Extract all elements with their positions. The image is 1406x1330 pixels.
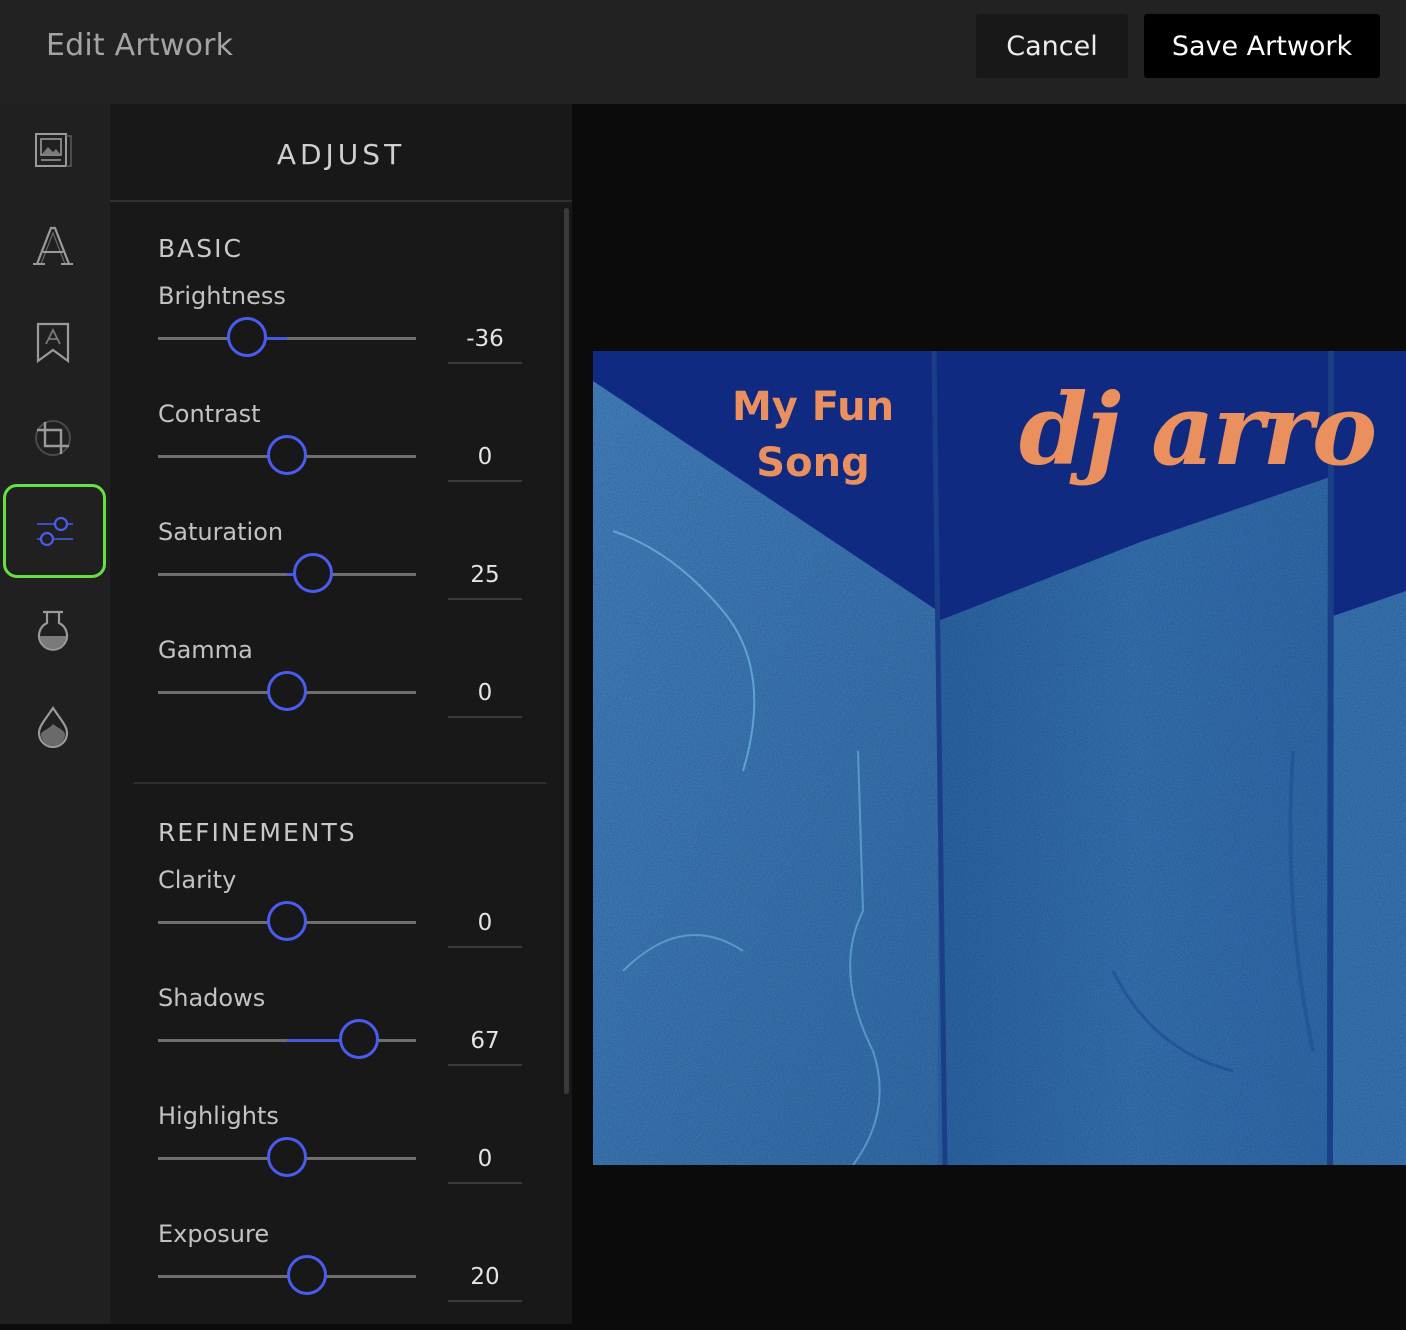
- clarity-slider[interactable]: [158, 901, 416, 941]
- filter-icon: [37, 610, 69, 651]
- shadows-slider[interactable]: [158, 1019, 416, 1059]
- clarity-control: Clarity 0: [110, 866, 572, 976]
- exposure-slider-thumb[interactable]: [287, 1255, 327, 1295]
- exposure-label: Exposure: [158, 1220, 270, 1248]
- tool-color[interactable]: [4, 680, 102, 772]
- contrast-value: 0: [477, 444, 493, 470]
- tool-adjust[interactable]: [3, 484, 106, 578]
- save-artwork-button[interactable]: Save Artwork: [1144, 14, 1380, 78]
- section-divider: [134, 782, 546, 784]
- gamma-control: Gamma 0: [110, 636, 572, 746]
- highlights-control: Highlights 0: [110, 1102, 572, 1212]
- saturation-label: Saturation: [158, 518, 284, 546]
- text-icon: [33, 226, 73, 265]
- exposure-value: 20: [470, 1264, 500, 1290]
- gamma-slider[interactable]: [158, 671, 416, 711]
- gamma-label: Gamma: [158, 636, 253, 664]
- artwork-song-title: My Fun Song: [731, 384, 895, 486]
- section-heading-basic: BASIC: [158, 234, 243, 263]
- contrast-label: Contrast: [158, 400, 261, 428]
- crop-icon: [35, 420, 71, 456]
- tool-rail: [0, 104, 110, 1324]
- cancel-button[interactable]: Cancel: [976, 14, 1128, 78]
- saturation-control: Saturation 25: [110, 518, 572, 628]
- page-title: Edit Artwork: [46, 28, 234, 63]
- clarity-slider-thumb[interactable]: [267, 901, 307, 941]
- clarity-value-field[interactable]: 0: [448, 900, 522, 948]
- clarity-label: Clarity: [158, 866, 237, 894]
- panel-title: ADJUST: [276, 138, 406, 171]
- artwork-artist-name: dj arro: [1019, 373, 1377, 488]
- highlights-slider[interactable]: [158, 1137, 416, 1177]
- saturation-slider[interactable]: [158, 553, 416, 593]
- gamma-value: 0: [477, 680, 493, 706]
- shadows-value-field[interactable]: 67: [448, 1018, 522, 1066]
- brightness-label: Brightness: [158, 282, 286, 310]
- shadows-value: 67: [470, 1028, 500, 1054]
- tool-image[interactable]: [4, 104, 102, 196]
- highlights-value: 0: [477, 1146, 493, 1172]
- sticker-icon: [36, 322, 70, 364]
- contrast-slider-thumb[interactable]: [267, 435, 307, 475]
- brightness-slider[interactable]: [158, 317, 416, 357]
- adjust-icon: [36, 516, 73, 547]
- highlights-label: Highlights: [158, 1102, 279, 1130]
- exposure-control: Exposure 20: [110, 1220, 572, 1330]
- exposure-slider[interactable]: [158, 1255, 416, 1295]
- contrast-control: Contrast 0: [110, 400, 572, 510]
- clarity-value: 0: [477, 910, 493, 936]
- gamma-value-field[interactable]: 0: [448, 670, 522, 718]
- brightness-slider-thumb[interactable]: [227, 317, 267, 357]
- shadows-slider-thumb[interactable]: [339, 1019, 379, 1059]
- saturation-slider-thumb[interactable]: [293, 553, 333, 593]
- saturation-value-field[interactable]: 25: [448, 552, 522, 600]
- tool-filter[interactable]: [4, 584, 102, 676]
- color-drop-icon: [37, 706, 69, 748]
- brightness-value-field[interactable]: -36: [448, 316, 522, 364]
- tool-crop[interactable]: [4, 392, 102, 484]
- tool-text[interactable]: [4, 200, 102, 292]
- contrast-value-field[interactable]: 0: [448, 434, 522, 482]
- divider: [110, 200, 572, 202]
- tool-sticker[interactable]: [4, 296, 102, 388]
- gamma-slider-thumb[interactable]: [267, 671, 307, 711]
- contrast-slider[interactable]: [158, 435, 416, 475]
- top-bar: Edit Artwork Cancel Save Artwork: [0, 0, 1406, 104]
- brightness-value: -36: [466, 326, 504, 352]
- image-icon: [35, 133, 72, 167]
- section-heading-refinements: REFINEMENTS: [158, 818, 357, 847]
- highlights-value-field[interactable]: 0: [448, 1136, 522, 1184]
- artwork-preview[interactable]: My Fun Song dj arro: [593, 351, 1406, 1165]
- highlights-slider-thumb[interactable]: [267, 1137, 307, 1177]
- adjust-panel: ADJUST BASIC Brightness -36 Contrast 0 S…: [110, 104, 572, 1324]
- brightness-control: Brightness -36: [110, 282, 572, 392]
- shadows-control: Shadows 67: [110, 984, 572, 1094]
- artwork-canvas: My Fun Song dj arro: [572, 104, 1406, 1324]
- shadows-label: Shadows: [158, 984, 266, 1012]
- saturation-value: 25: [470, 562, 500, 588]
- exposure-value-field[interactable]: 20: [448, 1254, 522, 1302]
